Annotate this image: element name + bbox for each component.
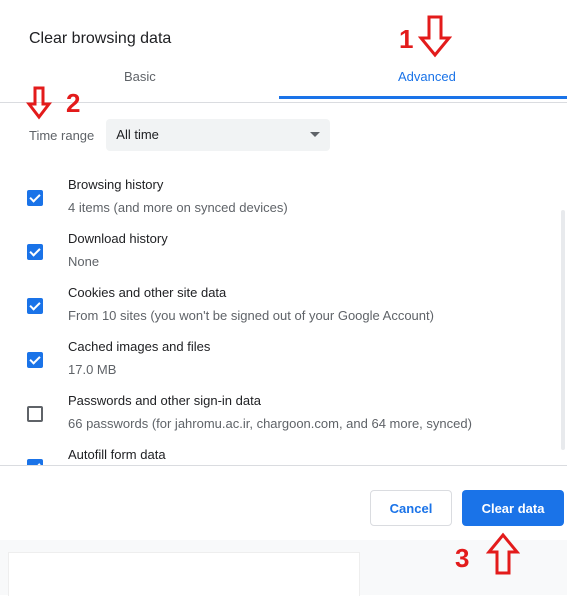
tab-basic[interactable]: Basic bbox=[124, 69, 156, 84]
option-subtitle: 4 items (and more on synced devices) bbox=[68, 200, 288, 215]
option-subtitle: From 10 sites (you won't be signed out o… bbox=[68, 308, 434, 323]
option-title: Cookies and other site data bbox=[68, 285, 227, 300]
option-title: Browsing history bbox=[68, 177, 164, 192]
dialog-title: Clear browsing data bbox=[29, 30, 172, 47]
annotation-step-2: 2 bbox=[66, 88, 81, 118]
time-range-value: All time bbox=[116, 127, 159, 142]
clear-browsing-data-dialog: Clear browsing data Basic Advanced Time … bbox=[0, 0, 567, 596]
chevron-down-icon bbox=[310, 132, 321, 137]
option-download-history: Download history None bbox=[0, 231, 567, 285]
checkbox-cached-images[interactable] bbox=[27, 352, 43, 368]
time-range-select[interactable]: All time bbox=[106, 119, 331, 151]
option-browsing-history: Browsing history 4 items (and more on sy… bbox=[0, 177, 567, 231]
arrow-down-icon bbox=[26, 86, 52, 120]
annotation-step-1: 1 bbox=[399, 24, 414, 54]
time-range-row: Time range All time bbox=[29, 119, 331, 151]
clear-data-button[interactable]: Clear data bbox=[462, 490, 564, 526]
option-subtitle: 17.0 MB bbox=[68, 362, 117, 377]
option-title: Passwords and other sign-in data bbox=[68, 393, 261, 408]
checkbox-passwords[interactable] bbox=[27, 406, 43, 422]
checkbox-autofill[interactable] bbox=[27, 459, 43, 465]
option-cookies: Cookies and other site data From 10 site… bbox=[0, 285, 567, 339]
option-subtitle: 66 passwords (for jahromu.ac.ir, chargoo… bbox=[68, 416, 472, 431]
cancel-button[interactable]: Cancel bbox=[370, 490, 452, 526]
option-cached-images: Cached images and files 17.0 MB bbox=[0, 339, 567, 393]
option-passwords: Passwords and other sign-in data 66 pass… bbox=[0, 393, 567, 447]
option-title: Autofill form data bbox=[68, 447, 166, 462]
option-title: Download history bbox=[68, 231, 168, 246]
arrow-up-icon bbox=[486, 532, 520, 575]
checkbox-download-history[interactable] bbox=[27, 244, 43, 260]
active-tab-indicator bbox=[279, 96, 567, 99]
checkbox-cookies[interactable] bbox=[27, 298, 43, 314]
tab-advanced[interactable]: Advanced bbox=[398, 69, 456, 84]
time-range-label: Time range bbox=[29, 127, 95, 143]
option-autofill: Autofill form data bbox=[0, 447, 567, 465]
checkbox-browsing-history[interactable] bbox=[27, 190, 43, 206]
scrollbar[interactable] bbox=[561, 210, 565, 450]
arrow-down-icon bbox=[418, 15, 452, 58]
option-subtitle: None bbox=[68, 254, 100, 269]
annotation-step-3: 3 bbox=[455, 543, 470, 573]
options-scroll-area[interactable]: Time range All time Browsing history 4 i… bbox=[0, 102, 567, 466]
footer-panel bbox=[8, 552, 360, 596]
option-title: Cached images and files bbox=[68, 339, 211, 354]
